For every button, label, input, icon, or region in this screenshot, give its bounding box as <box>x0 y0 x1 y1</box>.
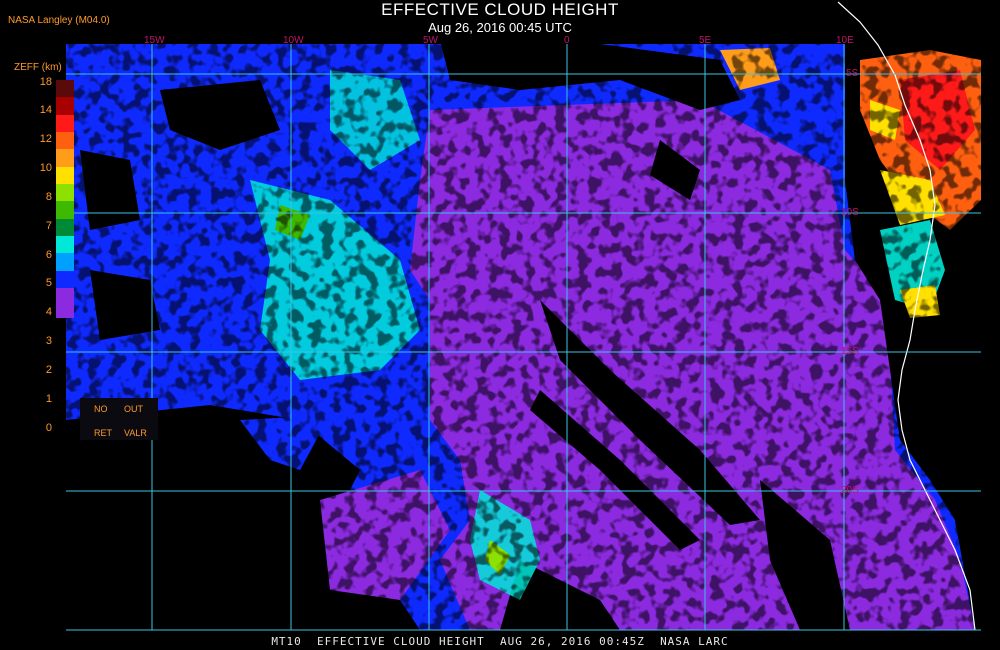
colorbar-swatch <box>56 132 74 150</box>
legend-out: OUT <box>124 404 143 414</box>
colorbar-swatch <box>56 149 74 167</box>
legend-valr: VALR <box>124 428 147 438</box>
lon-label: 10E <box>836 35 854 46</box>
colorbar-swatch <box>56 236 74 254</box>
colorbar-swatch <box>56 201 74 219</box>
colorbar-legend: NO OUT RET VALR <box>80 398 158 440</box>
colorbar-swatch <box>56 270 74 289</box>
cloud-height-map <box>66 1 981 631</box>
colorbar-tick: 4 <box>45 306 52 318</box>
colorbar-tick: 1 <box>45 393 52 405</box>
lon-label: 15W <box>144 35 165 46</box>
lon-label: 5E <box>699 35 712 46</box>
lat-label: 20S <box>841 485 859 496</box>
colorbar-tick: 0 <box>45 422 52 434</box>
colorbar-swatch <box>56 253 74 271</box>
colorbar-swatch <box>56 97 74 115</box>
lon-label: 5W <box>423 35 438 46</box>
colorbar-tick: 8 <box>45 191 52 203</box>
colorbar-swatch <box>56 80 74 98</box>
colorbar-tick: 7 <box>45 220 52 232</box>
colorbar-tick: 18 <box>39 76 52 88</box>
legend-no: NO <box>94 404 108 414</box>
legend-ret: RET <box>94 428 112 438</box>
colorbar-swatch <box>56 166 74 185</box>
colorbar <box>56 80 74 319</box>
colorbar-tick: 3 <box>45 335 52 347</box>
colorbar-tick: 12 <box>39 133 52 145</box>
colorbar-label: ZEFF (km) <box>14 62 62 73</box>
footer-caption: MT10 EFFECTIVE CLOUD HEIGHT AUG 26, 2016… <box>271 635 729 648</box>
lon-label: 10W <box>283 35 304 46</box>
org-label: NASA Langley (M04.0) <box>8 15 110 26</box>
lat-label: 5S <box>846 68 859 79</box>
colorbar-tick: 2 <box>45 364 52 376</box>
colorbar-swatch <box>56 114 74 133</box>
map-datetime: Aug 26, 2016 00:45 UTC <box>428 20 572 35</box>
lat-label: 15S <box>841 346 859 357</box>
colorbar-tick: 6 <box>45 249 52 261</box>
colorbar-swatch <box>56 218 74 237</box>
map-title: EFFECTIVE CLOUD HEIGHT <box>381 0 619 19</box>
lat-label: 10S <box>841 207 859 218</box>
colorbar-tick: 5 <box>45 277 52 289</box>
colorbar-swatch <box>56 184 74 202</box>
colorbar-swatch <box>56 288 74 319</box>
colorbar-tick: 14 <box>39 104 52 116</box>
colorbar-tick: 10 <box>39 162 52 174</box>
lon-label: 0 <box>564 35 570 46</box>
